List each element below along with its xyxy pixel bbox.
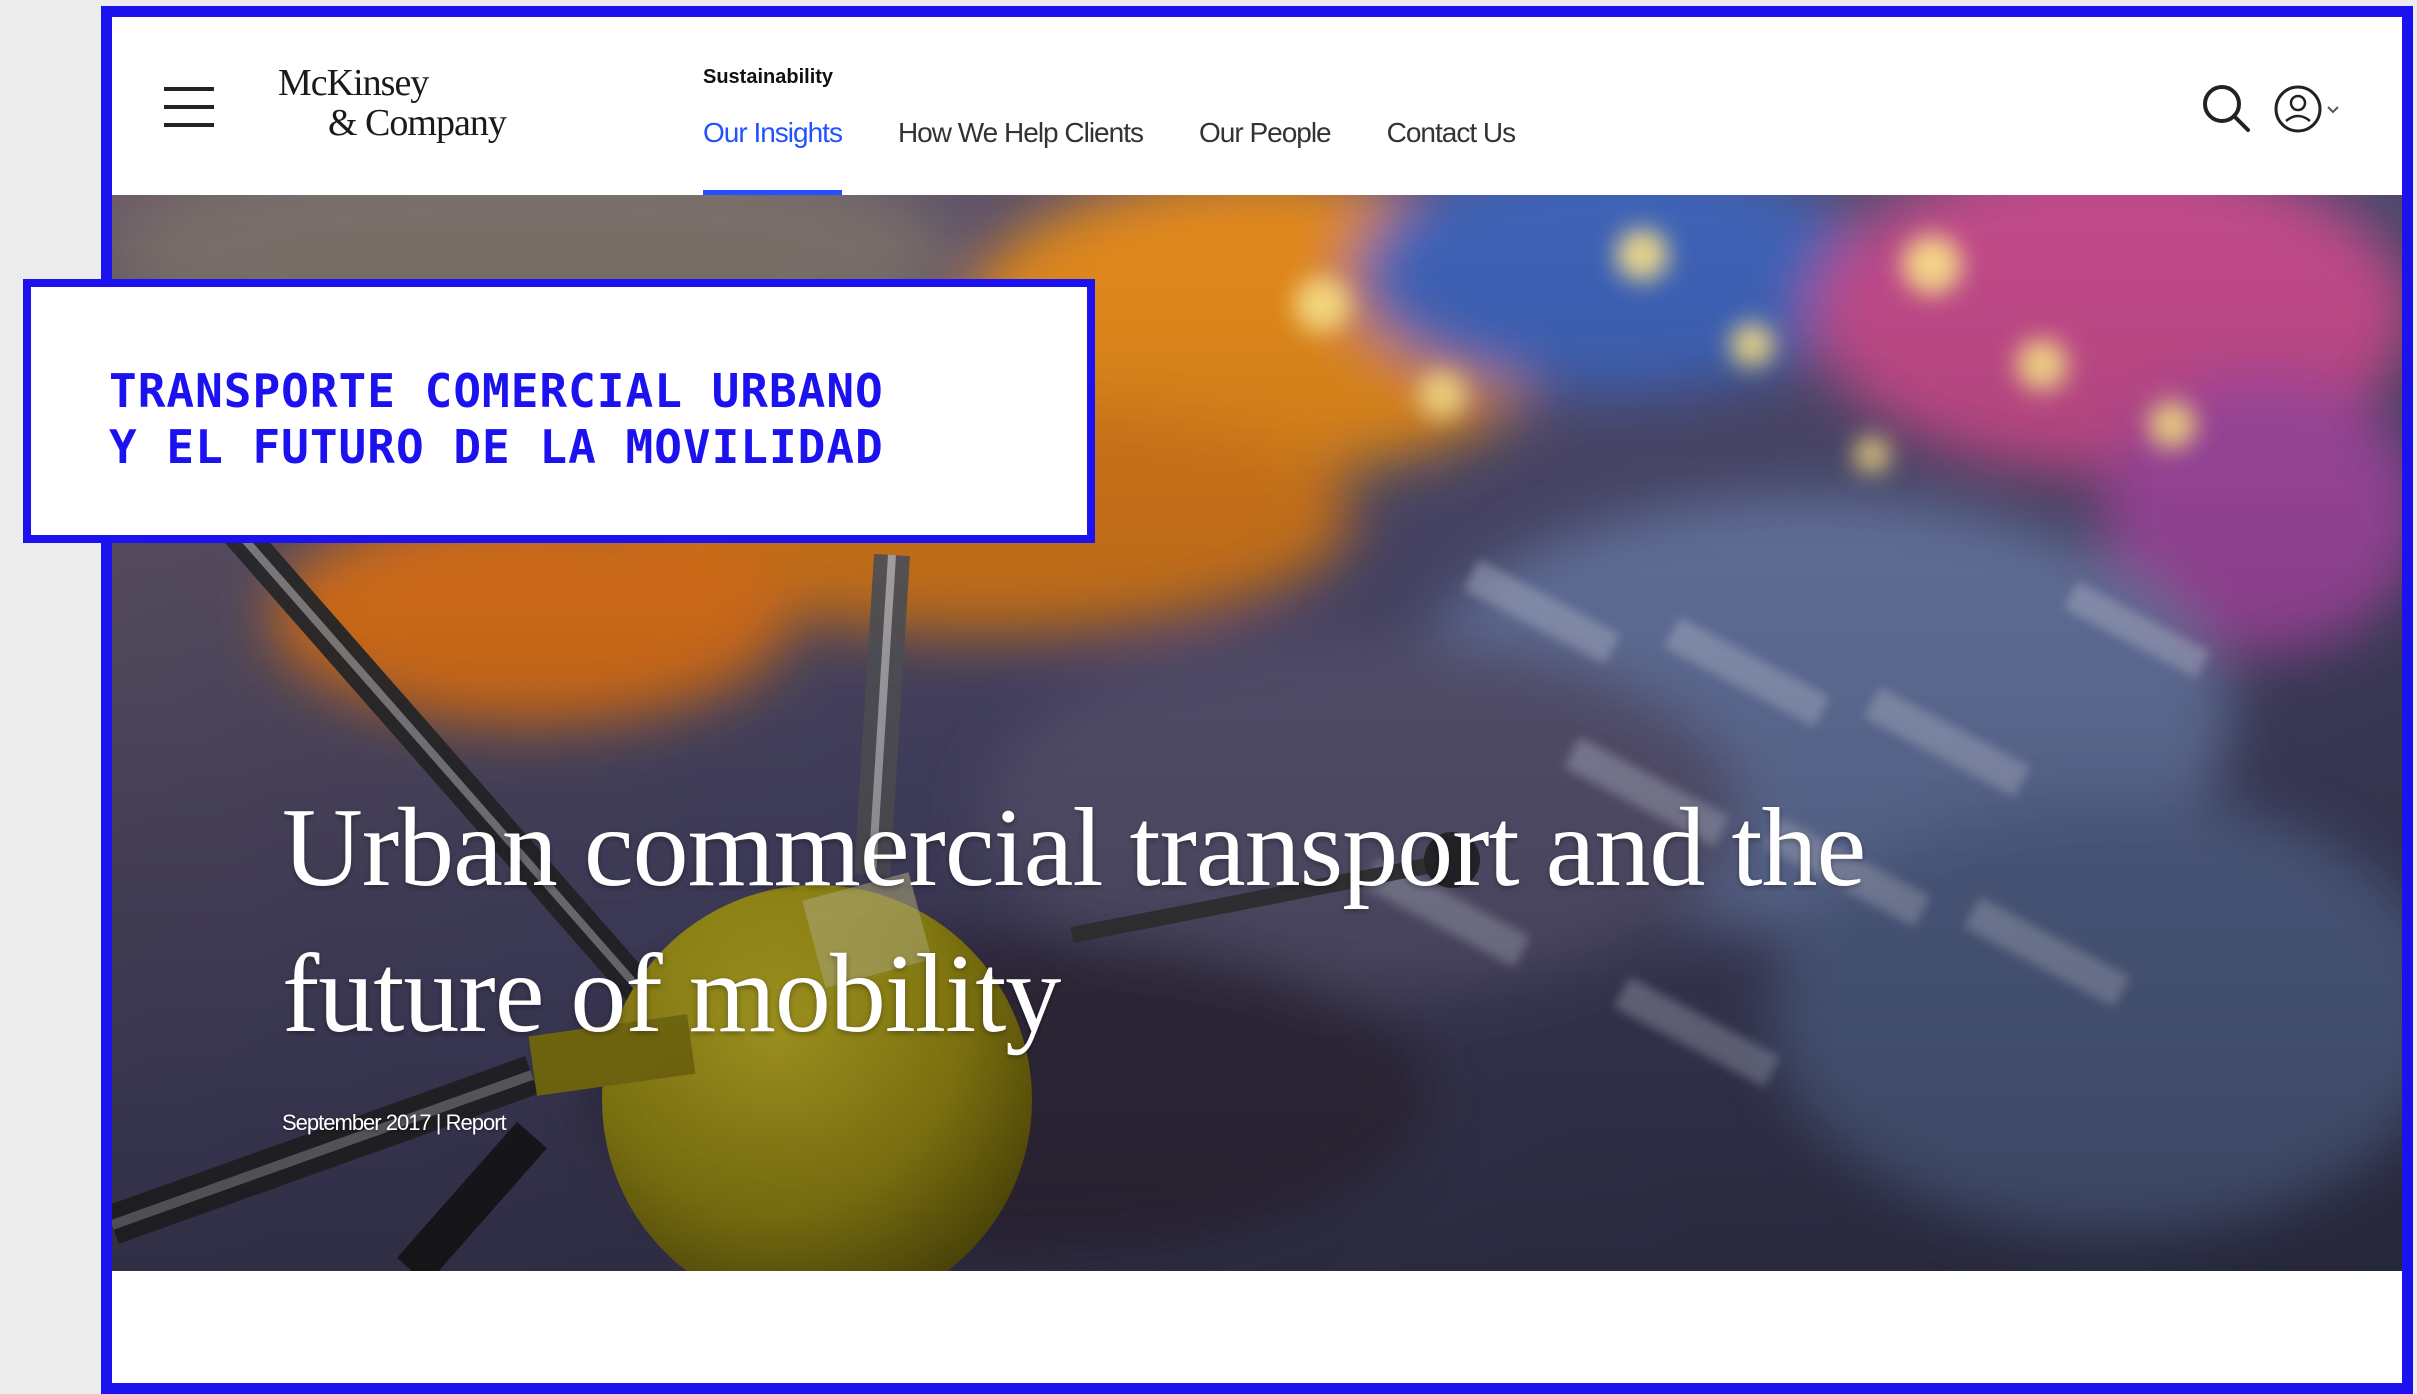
- logo-line-1: McKinsey: [278, 62, 429, 104]
- overlay-title: TRANSPORTE COMERCIAL URBANO Y EL FUTURO …: [109, 364, 884, 474]
- translation-overlay: TRANSPORTE COMERCIAL URBANO Y EL FUTURO …: [23, 279, 1095, 543]
- logo-line-2: & Company: [328, 102, 507, 144]
- nav-our-insights[interactable]: Our Insights: [703, 117, 843, 195]
- top-navigation: McKinsey & Company Sustainability Our In…: [112, 17, 2402, 195]
- chevron-down-icon: [2327, 106, 2339, 114]
- section-label[interactable]: Sustainability: [703, 66, 833, 89]
- primary-nav: Our Insights How We Help Clients Our Peo…: [703, 117, 1571, 195]
- hero-date-type: September 2017 | Report: [282, 1110, 507, 1135]
- nav-contact-us[interactable]: Contact Us: [1387, 117, 1516, 149]
- nav-our-people[interactable]: Our People: [1199, 117, 1332, 149]
- content-area: [112, 1271, 2402, 1383]
- browser-frame: McKinsey & Company Sustainability Our In…: [101, 6, 2413, 1394]
- menu-icon[interactable]: [164, 87, 214, 127]
- hero-title: Urban commercial transport and the futur…: [282, 786, 1866, 1056]
- search-icon[interactable]: [2200, 82, 2252, 134]
- site-logo[interactable]: McKinsey & Company: [278, 62, 507, 144]
- account-icon[interactable]: [2272, 83, 2342, 135]
- nav-how-we-help-clients[interactable]: How We Help Clients: [898, 117, 1144, 149]
